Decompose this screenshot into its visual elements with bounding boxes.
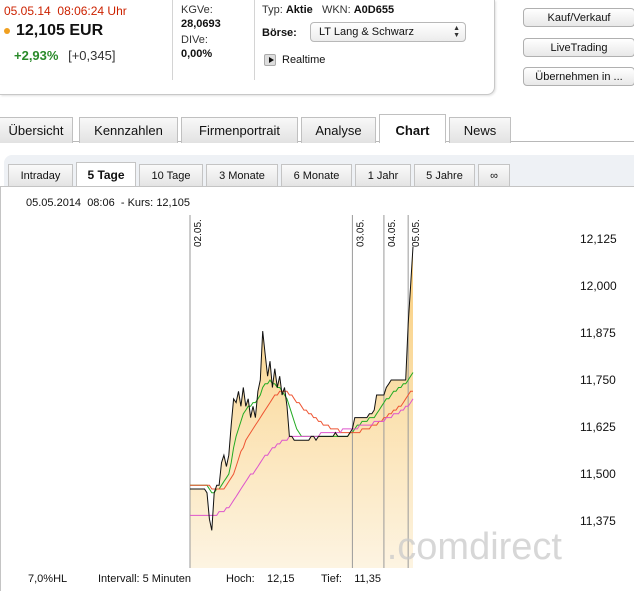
y-tick-label: 12,000 <box>580 279 617 293</box>
y-tick-label: 11,500 <box>580 467 616 481</box>
hoch-value: 12,15 <box>266 573 295 585</box>
y-tick-label: 11,875 <box>580 326 616 340</box>
y-tick-label: 11,625 <box>580 420 616 434</box>
day-label: 03.05. <box>355 219 366 247</box>
intervall-stat: Intervall: 5 Minuten <box>98 573 191 585</box>
y-tick-label: 11,375 <box>580 514 616 528</box>
tief-value: 11,35 <box>354 573 381 585</box>
day-label: 04.05. <box>387 219 398 247</box>
comdirect-watermark: .comdirect <box>387 526 563 568</box>
day-label: 02.05. <box>193 219 204 247</box>
price-chart[interactable]: 02.05. 03.05. 04.05. 05.05. 12,125 12,000 11,8… <box>0 0 634 591</box>
tief-stat: Tief: 11,35 <box>321 573 381 585</box>
y-tick-label: 12,125 <box>580 232 617 246</box>
hl-stat: 7,0%HL <box>28 573 68 585</box>
day-label: 05.05. <box>411 219 422 247</box>
hoch-label: Hoch: <box>226 573 255 585</box>
hoch-stat: Hoch: 12,15 <box>226 573 295 585</box>
price-area <box>190 246 413 568</box>
tief-label: Tief: <box>321 573 342 585</box>
y-tick-label: 11,750 <box>580 373 616 387</box>
